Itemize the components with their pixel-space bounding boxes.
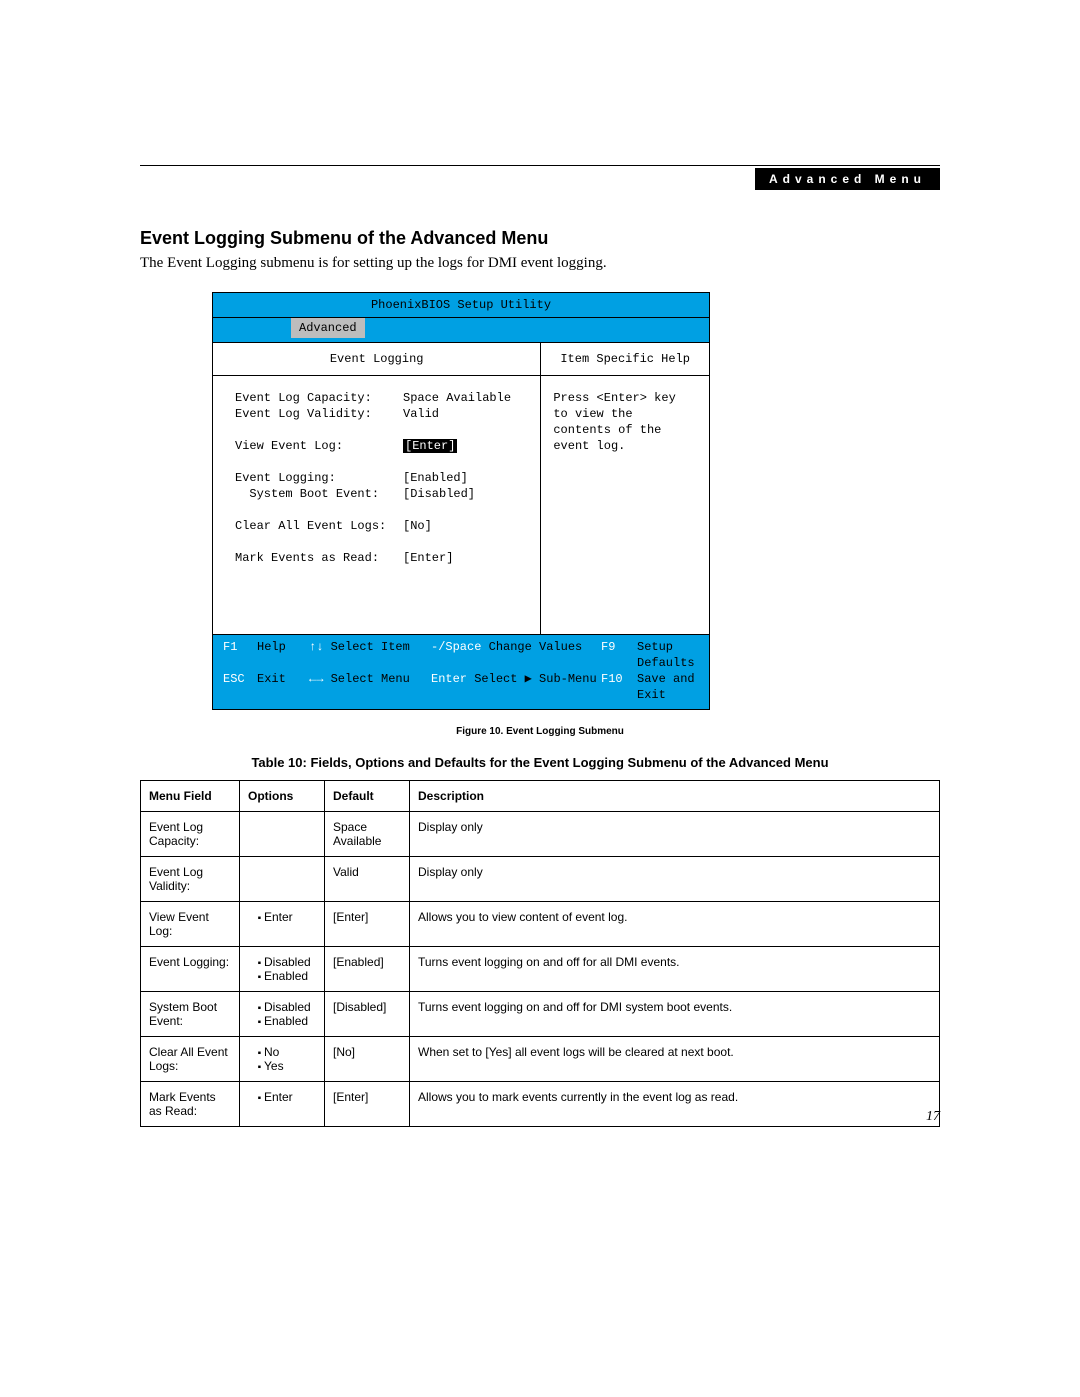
bios-left-heading: Event Logging	[213, 343, 540, 376]
bios-field-label: Event Log Validity:	[235, 406, 403, 422]
bios-field-value: Space Available	[403, 390, 513, 406]
cell-description: When set to [Yes] all event logs will be…	[410, 1037, 940, 1082]
table-row: Event Logging:DisabledEnabled[Enabled]Tu…	[141, 947, 940, 992]
cell-default: Valid	[325, 857, 410, 902]
cell-options: NoYes	[240, 1037, 325, 1082]
table-row: System Boot Event:DisabledEnabled[Disabl…	[141, 992, 940, 1037]
cell-description: Allows you to mark events currently in t…	[410, 1082, 940, 1127]
bios-field-value: [Disabled]	[403, 486, 513, 502]
cell-default: [Enter]	[325, 1082, 410, 1127]
bios-field-label: Event Logging:	[235, 470, 403, 486]
bios-title: PhoenixBIOS Setup Utility	[213, 293, 709, 318]
cell-menu-field: System Boot Event:	[141, 992, 240, 1037]
cell-options: DisabledEnabled	[240, 947, 325, 992]
bios-field-label: Event Log Capacity:	[235, 390, 403, 406]
bios-field-label: Mark Events as Read:	[235, 550, 403, 566]
cell-description: Display only	[410, 812, 940, 857]
fields-table: Menu FieldOptionsDefaultDescription Even…	[140, 780, 940, 1127]
option-item: Enabled	[264, 969, 316, 983]
cell-menu-field: Event Log Validity:	[141, 857, 240, 902]
table-row: Clear All Event Logs:NoYes[No]When set t…	[141, 1037, 940, 1082]
option-item: Enabled	[264, 1014, 316, 1028]
bios-field-value: [Enter]	[403, 438, 513, 454]
cell-options: DisabledEnabled	[240, 992, 325, 1037]
table-header: Description	[410, 781, 940, 812]
bios-footer: F1 Help ↑↓ Select Item -/Space Change Va…	[213, 634, 709, 709]
option-item: Disabled	[264, 1000, 316, 1014]
cell-options	[240, 857, 325, 902]
cell-menu-field: Event Logging:	[141, 947, 240, 992]
bios-field-value: [No]	[403, 518, 513, 534]
bios-right-pane: Item Specific Help Press <Enter> key to …	[541, 343, 709, 634]
bios-field-value: [Enabled]	[403, 470, 513, 486]
top-rule	[140, 165, 940, 166]
table-row: Event Log Validity: ValidDisplay only	[141, 857, 940, 902]
cell-menu-field: Mark Events as Read:	[141, 1082, 240, 1127]
bios-key-help: Help	[257, 639, 309, 671]
cell-options	[240, 812, 325, 857]
cell-description: Display only	[410, 857, 940, 902]
cell-menu-field: View Event Log:	[141, 902, 240, 947]
bios-select-menu: Select Menu	[331, 672, 410, 686]
cell-description: Turns event logging on and off for all D…	[410, 947, 940, 992]
intro-paragraph: The Event Logging submenu is for setting…	[140, 255, 940, 272]
bios-screenshot: PhoenixBIOS Setup Utility Advanced Event…	[212, 292, 710, 710]
bios-select-item: Select Item	[331, 640, 410, 654]
option-item: No	[264, 1045, 316, 1059]
bios-field-label: Clear All Event Logs:	[235, 518, 403, 534]
bios-options-list: Event Log Capacity:Space AvailableEvent …	[213, 376, 540, 634]
table-header: Options	[240, 781, 325, 812]
option-item: Disabled	[264, 955, 316, 969]
bios-left-pane: Event Logging Event Log Capacity:Space A…	[213, 343, 541, 634]
option-item: Yes	[264, 1059, 316, 1073]
cell-description: Allows you to view content of event log.	[410, 902, 940, 947]
table-caption: Table 10: Fields, Options and Defaults f…	[140, 755, 940, 770]
table-row: Event Log Capacity: Space AvailableDispla…	[141, 812, 940, 857]
bios-select-submenu: Select ▶ Sub-Menu	[474, 672, 596, 686]
figure-caption: Figure 10. Event Logging Submenu	[140, 726, 940, 737]
cell-menu-field: Event Log Capacity:	[141, 812, 240, 857]
cell-default: Space Available	[325, 812, 410, 857]
cell-menu-field: Clear All Event Logs:	[141, 1037, 240, 1082]
bios-tab-row: Advanced	[213, 318, 709, 343]
bios-arrows-ud-icon: ↑↓	[309, 640, 323, 654]
bios-field-value: [Enter]	[403, 550, 513, 566]
bios-field-label: View Event Log:	[235, 438, 403, 454]
page-number: 17	[926, 1109, 940, 1125]
bios-field-label: System Boot Event:	[235, 486, 403, 502]
bios-key-esc: ESC	[223, 671, 257, 703]
cell-default: [Enter]	[325, 902, 410, 947]
bios-help-text: Press <Enter> key to view the contents o…	[541, 376, 709, 634]
bios-field-value: Valid	[403, 406, 513, 422]
bios-key-f9: F9	[601, 639, 637, 671]
bios-right-heading: Item Specific Help	[541, 343, 709, 376]
bios-key-f10: F10	[601, 671, 637, 703]
option-item: Enter	[264, 1090, 316, 1104]
bios-tab-advanced: Advanced	[291, 318, 365, 338]
bios-key-f1: F1	[223, 639, 257, 671]
cell-default: [Disabled]	[325, 992, 410, 1037]
bios-arrows-lr-icon: ←→	[309, 672, 323, 686]
cell-default: [Enabled]	[325, 947, 410, 992]
table-header: Default	[325, 781, 410, 812]
table-row: View Event Log: Enter [Enter]Allows you to…	[141, 902, 940, 947]
cell-default: [No]	[325, 1037, 410, 1082]
bios-setup-defaults: Setup Defaults	[637, 639, 699, 671]
bios-save-exit: Save and Exit	[637, 671, 699, 703]
cell-options: Enter	[240, 902, 325, 947]
bios-key-space: -/Space	[431, 640, 481, 654]
table-header: Menu Field	[141, 781, 240, 812]
table-row: Mark Events as Read: Enter [Enter]Allows y…	[141, 1082, 940, 1127]
cell-description: Turns event logging on and off for DMI s…	[410, 992, 940, 1037]
section-label: Advanced Menu	[755, 168, 940, 190]
bios-key-enter: Enter	[431, 672, 467, 686]
option-item: Enter	[264, 910, 316, 924]
page-heading: Event Logging Submenu of the Advanced Me…	[140, 228, 940, 249]
cell-options: Enter	[240, 1082, 325, 1127]
document-page: Advanced Menu Event Logging Submenu of t…	[140, 165, 940, 1127]
bios-change-values: Change Values	[489, 640, 583, 654]
bios-key-exit: Exit	[257, 671, 309, 703]
